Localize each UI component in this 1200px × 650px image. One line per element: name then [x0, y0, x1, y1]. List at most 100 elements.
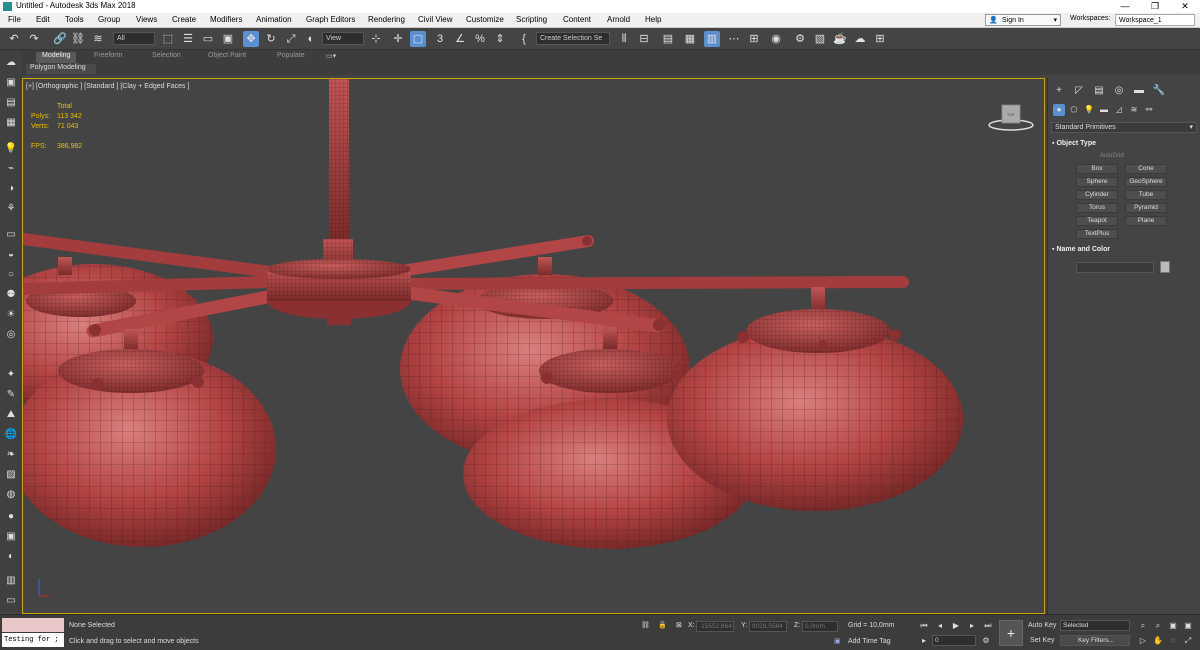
menu-civil-view[interactable]: Civil View	[418, 15, 453, 24]
toggle-ribbon-icon[interactable]: ▥	[704, 31, 720, 47]
lights-icon[interactable]: 💡	[1083, 104, 1095, 116]
select-move-icon[interactable]: ✥	[243, 31, 259, 47]
menu-group[interactable]: Group	[98, 15, 120, 24]
menu-animation[interactable]: Animation	[256, 15, 292, 24]
render-setup-icon[interactable]: ⚙	[792, 31, 808, 47]
object-type-rollout[interactable]: ▪ Object Type	[1052, 140, 1196, 150]
schematic-view-icon[interactable]: ⊞	[746, 31, 762, 47]
menu-graph-editors[interactable]: Graph Editors	[306, 15, 355, 24]
pivot-center-icon[interactable]: ⊹	[368, 31, 384, 47]
layer-panel-icon[interactable]: ▤	[3, 96, 19, 110]
close-button[interactable]: ✕	[1170, 0, 1200, 13]
time-tag-icon[interactable]: ▣	[834, 637, 841, 645]
a360-gallery-icon[interactable]: ⊞	[872, 31, 888, 47]
mirror-icon[interactable]: ⫴	[616, 31, 632, 47]
box-button[interactable]: Box	[1076, 164, 1118, 174]
orbit-icon[interactable]: ◌	[1167, 635, 1179, 647]
menu-customize[interactable]: Customize	[466, 15, 504, 24]
helpers-icon[interactable]: ◿	[1113, 104, 1125, 116]
tab-modeling[interactable]: Modeling	[36, 52, 77, 63]
geometry-icon[interactable]: ●	[1053, 104, 1065, 116]
globe-icon[interactable]: 🌐	[3, 428, 19, 442]
name-and-color-rollout[interactable]: ▪ Name and Color	[1052, 246, 1196, 256]
shapes-icon[interactable]: ⬠	[1068, 104, 1080, 116]
motion-tab-icon[interactable]: ◎	[1112, 84, 1126, 98]
window-crossing-icon[interactable]: ▣	[220, 31, 236, 47]
particle-icon[interactable]: ⚉	[3, 288, 19, 302]
y-coordinate-field[interactable]: 9028,5584	[749, 621, 787, 632]
rect-selection-icon[interactable]: ▭	[200, 31, 216, 47]
tab-freeform[interactable]: Freeform	[94, 52, 122, 63]
plant-icon[interactable]: ❧	[3, 448, 19, 462]
shape-icon[interactable]: ◒	[3, 248, 19, 262]
x-coordinate-field[interactable]: -15552,664	[696, 621, 734, 632]
viewport-orthographic[interactable]: [+] [Orthographic ] [Standard ] [Clay + …	[22, 78, 1045, 614]
zoom-extents-all-icon[interactable]: ▣	[1182, 620, 1194, 632]
bone-icon[interactable]: ✎	[3, 388, 19, 402]
menu-tools[interactable]: Tools	[65, 15, 84, 24]
isolate-selection-icon[interactable]: ⛓	[641, 621, 650, 629]
spacewarp-icon[interactable]: ⚘	[3, 202, 19, 216]
field-of-view-icon[interactable]: ▷	[1137, 635, 1149, 647]
hierarchy-tab-icon[interactable]: ▤	[1092, 84, 1106, 98]
menu-create[interactable]: Create	[172, 15, 196, 24]
toggle-icon[interactable]: ◐	[3, 550, 19, 564]
set-key-button[interactable]: Set Key	[1030, 637, 1055, 644]
circle-icon[interactable]: ◎	[3, 328, 19, 342]
set-key-button-large[interactable]: +	[999, 620, 1023, 646]
tab-populate[interactable]: Populate	[277, 52, 305, 63]
space-warps-icon[interactable]: ≋	[1128, 104, 1140, 116]
unlink-icon[interactable]: ⛓	[70, 31, 86, 47]
teapot-button[interactable]: Teapot	[1076, 216, 1118, 226]
time-config-icon[interactable]: ⚙	[980, 635, 992, 647]
play-icon[interactable]: ▶	[950, 620, 962, 632]
key-mode-icon[interactable]: ▸	[918, 635, 930, 647]
add-time-tag[interactable]: Add Time Tag	[848, 638, 891, 645]
next-frame-icon[interactable]: ▸	[966, 620, 978, 632]
edit-named-selection-icon[interactable]: {	[516, 31, 532, 47]
sphere-button[interactable]: Sphere	[1076, 177, 1118, 187]
keyboard-shortcut-override-icon[interactable]: ▢	[410, 31, 426, 47]
scene-explorer-icon[interactable]: ▤	[660, 31, 676, 47]
go-to-end-icon[interactable]: ⏭	[982, 620, 994, 632]
placement-icon[interactable]: ◐	[303, 31, 319, 47]
light-icon[interactable]: 💡	[3, 142, 19, 156]
cone-button[interactable]: Cone	[1125, 164, 1167, 174]
menu-modifiers[interactable]: Modifiers	[210, 15, 242, 24]
curve-editor-icon[interactable]: ⋯	[726, 31, 742, 47]
tab-selection[interactable]: Selection	[152, 52, 181, 63]
menu-rendering[interactable]: Rendering	[368, 15, 405, 24]
previous-frame-icon[interactable]: ◂	[934, 620, 946, 632]
z-coordinate-field[interactable]: 0,0mm	[802, 621, 838, 632]
maximize-viewport-icon[interactable]: ⤢	[1182, 635, 1194, 647]
menu-views[interactable]: Views	[136, 15, 157, 24]
align-icon[interactable]: ⊟	[636, 31, 652, 47]
undo-icon[interactable]: ↶	[6, 31, 22, 47]
scene-explorer-icon[interactable]: ☁	[3, 56, 19, 70]
menu-arnold[interactable]: Arnold	[607, 15, 630, 24]
maxscript-mini-listener[interactable]: Testing for ;	[2, 633, 64, 647]
minimize-button[interactable]: —	[1110, 0, 1140, 13]
select-rotate-icon[interactable]: ↻	[263, 31, 279, 47]
modifier-icon[interactable]: ▣	[3, 530, 19, 544]
display-icon[interactable]: ✦	[3, 368, 19, 382]
menu-edit[interactable]: Edit	[36, 15, 50, 24]
go-to-start-icon[interactable]: ⏮	[918, 620, 930, 632]
textplus-button[interactable]: TextPlus	[1076, 229, 1118, 239]
selection-lock-icon[interactable]: 🔒	[658, 621, 667, 629]
snaps-toggle-icon[interactable]: 3	[432, 31, 448, 47]
create-tab-icon[interactable]: +	[1052, 84, 1066, 98]
absolute-mode-icon[interactable]: ⊠	[676, 621, 682, 629]
bind-space-warp-icon[interactable]: ≋	[90, 31, 106, 47]
select-object-icon[interactable]: ⬚	[160, 31, 176, 47]
select-scale-icon[interactable]: ⤢	[283, 31, 299, 47]
render-in-cloud-icon[interactable]: ☁	[852, 31, 868, 47]
tube-button[interactable]: Tube	[1125, 190, 1167, 200]
named-selection-dropdown[interactable]: Create Selection Se	[536, 32, 610, 45]
chandelier-model[interactable]: TOP	[23, 79, 1044, 613]
select-by-name-icon[interactable]: ☰	[180, 31, 196, 47]
viewport-layout-icon[interactable]: ▥	[3, 574, 19, 588]
object-name-field[interactable]	[1076, 262, 1154, 273]
menu-help[interactable]: Help	[645, 15, 661, 24]
select-manipulate-icon[interactable]: ✛	[390, 31, 406, 47]
